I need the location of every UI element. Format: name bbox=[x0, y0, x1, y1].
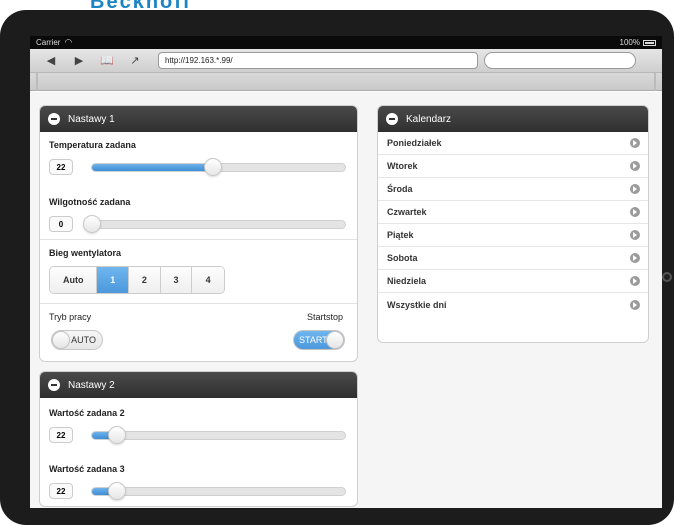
sliders-section: Temperatura zadana 22 Wilgotność zadana … bbox=[40, 132, 357, 240]
chevron-right-icon bbox=[630, 230, 640, 240]
calendar-item-label: Wszystkie dni bbox=[387, 299, 447, 310]
tablet-frame: Carrier ◠ 100% ◀ ▶ 📖 ↗ http://192.163.*.… bbox=[0, 10, 674, 525]
calendar-item[interactable]: Sobota bbox=[378, 247, 648, 270]
calendar-item[interactable]: Piątek bbox=[378, 224, 648, 247]
calendar-item[interactable]: Wszystkie dni bbox=[378, 293, 648, 316]
carrier-label: Carrier bbox=[36, 38, 61, 47]
fan-label: Bieg wentylatora bbox=[49, 248, 122, 258]
mode-section: Tryb pracy Startstop AUTO START bbox=[40, 304, 357, 361]
chevron-right-icon bbox=[630, 161, 640, 171]
temp-value[interactable]: 22 bbox=[49, 159, 73, 175]
mode-label: Tryb pracy bbox=[49, 312, 92, 322]
startstop-label: Startstop bbox=[306, 312, 343, 322]
set3-label: Wartość zadana 3 bbox=[49, 464, 125, 474]
page-content: Nastawy 1 Temperatura zadana 22 Wilgotno… bbox=[30, 92, 662, 508]
url-field[interactable]: http://192.163.*.99/ bbox=[158, 52, 478, 69]
status-bar: Carrier ◠ 100% bbox=[30, 36, 662, 49]
calendar-item-label: Poniedziałek bbox=[387, 138, 442, 148]
search-field[interactable] bbox=[484, 52, 636, 69]
collapse-icon[interactable] bbox=[386, 113, 398, 125]
collapse-icon[interactable] bbox=[48, 379, 60, 391]
panel-header[interactable]: Nastawy 1 bbox=[40, 106, 357, 132]
battery-label: 100% bbox=[619, 38, 640, 47]
set2-value[interactable]: 22 bbox=[49, 427, 73, 443]
screen: Carrier ◠ 100% ◀ ▶ 📖 ↗ http://192.163.*.… bbox=[30, 36, 662, 508]
humidity-slider[interactable] bbox=[83, 214, 346, 233]
tab-strip bbox=[30, 73, 662, 91]
forward-icon[interactable]: ▶ bbox=[68, 53, 90, 69]
calendar-item-label: Środa bbox=[387, 184, 413, 194]
bookmarks-icon[interactable]: 📖 bbox=[96, 53, 118, 69]
browser-toolbar: ◀ ▶ 📖 ↗ http://192.163.*.99/ bbox=[30, 49, 662, 73]
share-icon[interactable]: ↗ bbox=[124, 53, 146, 69]
calendar-item[interactable]: Środa bbox=[378, 178, 648, 201]
chevron-right-icon bbox=[630, 138, 640, 148]
calendar-list: Poniedziałek Wtorek Środa Czwartek Piątek Sob… bbox=[378, 132, 648, 316]
fan-option-auto[interactable]: Auto bbox=[50, 267, 98, 293]
chevron-right-icon bbox=[630, 299, 640, 310]
panel-nastawy-1: Nastawy 1 Temperatura zadana 22 Wilgotno… bbox=[39, 105, 358, 362]
calendar-item[interactable]: Wtorek bbox=[378, 155, 648, 178]
panel-title: Kalendarz bbox=[406, 113, 452, 125]
set3-slider[interactable] bbox=[91, 481, 346, 500]
set3-value[interactable]: 22 bbox=[49, 483, 73, 499]
calendar-item-label: Wtorek bbox=[387, 161, 418, 171]
set2-slider[interactable] bbox=[91, 425, 346, 444]
mode-toggle-text: AUTO bbox=[71, 335, 96, 345]
panel-title: Nastawy 1 bbox=[68, 113, 115, 125]
calendar-item-label: Sobota bbox=[387, 253, 418, 263]
humidity-label: Wilgotność zadana bbox=[49, 197, 131, 207]
panel-header[interactable]: Kalendarz bbox=[378, 106, 648, 132]
back-icon[interactable]: ◀ bbox=[40, 53, 62, 69]
slider-handle[interactable] bbox=[108, 425, 127, 444]
calendar-item-label: Niedziela bbox=[387, 276, 427, 286]
set2-label: Wartość zadana 2 bbox=[49, 408, 125, 418]
fan-option-4[interactable]: 4 bbox=[192, 267, 224, 293]
slider-handle[interactable] bbox=[108, 481, 127, 500]
temp-label: Temperatura zadana bbox=[49, 140, 136, 150]
chevron-right-icon bbox=[630, 253, 640, 263]
calendar-item-label: Piątek bbox=[387, 230, 414, 240]
chevron-right-icon bbox=[630, 184, 640, 194]
humidity-value[interactable]: 0 bbox=[49, 216, 73, 232]
fan-option-1[interactable]: 1 bbox=[97, 267, 130, 293]
panel-nastawy-2: Nastawy 2 Wartość zadana 2 22 Wartość za… bbox=[39, 371, 358, 507]
fan-section: Bieg wentylatora Auto 1 2 3 4 bbox=[40, 240, 357, 304]
calendar-item[interactable]: Czwartek bbox=[378, 201, 648, 224]
chevron-right-icon bbox=[630, 276, 640, 286]
startstop-toggle-text: START bbox=[299, 335, 328, 345]
startstop-toggle[interactable]: START bbox=[293, 330, 345, 350]
calendar-item[interactable]: Poniedziałek bbox=[378, 132, 648, 155]
temp-slider[interactable] bbox=[91, 157, 346, 176]
fan-option-3[interactable]: 3 bbox=[160, 267, 193, 293]
panel2-sliders: Wartość zadana 2 22 Wartość zadana 3 22 bbox=[40, 398, 357, 506]
fan-segmented-control: Auto 1 2 3 4 bbox=[49, 266, 225, 294]
fan-option-2[interactable]: 2 bbox=[129, 267, 161, 293]
calendar-item[interactable]: Niedziela bbox=[378, 270, 648, 293]
collapse-icon[interactable] bbox=[48, 113, 60, 125]
panel-title: Nastawy 2 bbox=[68, 379, 115, 391]
calendar-item-label: Czwartek bbox=[387, 207, 427, 217]
panel-kalendarz: Kalendarz Poniedziałek Wtorek Środa Czwarte… bbox=[377, 105, 649, 343]
slider-handle[interactable] bbox=[204, 157, 223, 176]
wifi-icon: ◠ bbox=[64, 37, 73, 47]
battery-icon bbox=[643, 39, 656, 46]
home-button[interactable] bbox=[662, 272, 672, 282]
mode-toggle[interactable]: AUTO bbox=[51, 330, 103, 350]
panel-header[interactable]: Nastawy 2 bbox=[40, 372, 357, 398]
slider-handle[interactable] bbox=[83, 214, 101, 233]
chevron-right-icon bbox=[630, 207, 640, 217]
